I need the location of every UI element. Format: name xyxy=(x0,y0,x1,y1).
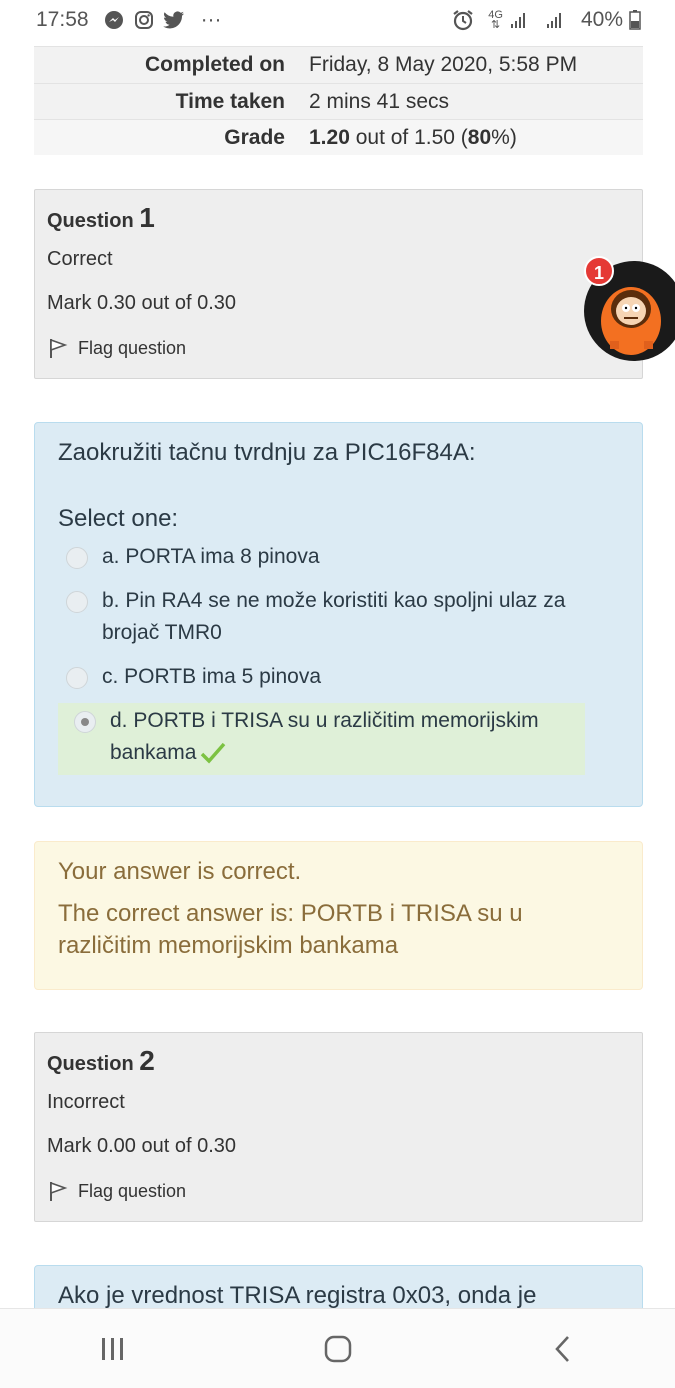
summary-value: 2 mins 41 secs xyxy=(309,89,450,113)
notification-badge: 1 xyxy=(584,256,614,286)
summary-value: Friday, 8 May 2020, 5:58 PM xyxy=(309,53,578,76)
battery-percent: 40% xyxy=(580,8,623,31)
back-icon xyxy=(554,1335,569,1362)
signal-icon xyxy=(509,9,531,31)
answer-option-c[interactable]: c. PORTB ima 5 pinova xyxy=(58,661,619,693)
flag-question-label: Flag question xyxy=(78,1180,187,1201)
status-right: 4G ⇅ 40% xyxy=(452,8,649,32)
answer-text: a. PORTA ima 8 pinova xyxy=(102,545,320,568)
instagram-icon xyxy=(133,9,155,31)
home-icon xyxy=(324,1335,351,1362)
question-1-content: Zaokružiti tačnu tvrdnju za PIC16F84A: S… xyxy=(34,422,643,807)
answer-option-d-selected[interactable]: d. PORTB i TRISA su u različitim memorij… xyxy=(58,703,585,775)
question-1-mark: Mark 0.30 out of 0.30 xyxy=(47,292,237,314)
question-2-state: Incorrect xyxy=(47,1091,125,1113)
question-1-prompt: Zaokružiti tačnu tvrdnju za PIC16F84A: xyxy=(58,439,476,466)
flag-icon xyxy=(47,1180,69,1202)
twitter-icon xyxy=(162,9,185,31)
answer-option-b[interactable]: b. Pin RA4 se ne može koristiti kao spol… xyxy=(58,585,619,649)
question-1-feedback: Your answer is correct. The correct answ… xyxy=(34,841,643,990)
recent-apps-button[interactable] xyxy=(83,1319,143,1379)
flag-question-label: Flag question xyxy=(78,337,187,358)
status-time: 17:58 xyxy=(36,8,89,31)
summary-label: Completed on xyxy=(145,53,285,76)
attempt-summary-table: Completed on Friday, 8 May 2020, 5:58 PM… xyxy=(34,40,643,155)
messenger-icon xyxy=(103,9,125,31)
answer-option-a[interactable]: a. PORTA ima 8 pinova xyxy=(58,541,619,573)
question-1-info: Question 1 Correct Mark 0.30 out of 0.30… xyxy=(34,189,643,379)
network-type: 4G ⇅ xyxy=(488,9,503,31)
question-1-title: Question 1 xyxy=(47,202,155,233)
flag-icon xyxy=(47,337,69,359)
summary-row-completed: Completed on Friday, 8 May 2020, 5:58 PM xyxy=(34,47,643,83)
more-notifications: ··· xyxy=(200,8,222,31)
status-bar: 17:58 ··· 4G ⇅ 40% xyxy=(0,0,675,40)
question-2-mark: Mark 0.00 out of 0.30 xyxy=(47,1135,237,1157)
alarm-icon xyxy=(452,9,474,31)
summary-row-grade: Grade 1.20 out of 1.50 (80%) xyxy=(34,119,643,155)
feedback-correct-message: Your answer is correct. xyxy=(58,858,302,885)
battery-icon xyxy=(629,9,641,31)
summary-row-time: Time taken 2 mins 41 secs xyxy=(34,83,643,119)
android-navigation-bar xyxy=(0,1308,675,1388)
radio-button-selected[interactable] xyxy=(74,711,96,733)
radio-button[interactable] xyxy=(66,591,88,613)
answer-text: b. Pin RA4 se ne može koristiti kao spol… xyxy=(102,589,566,644)
question-2-prompt: Ako je vrednost TRISA registra 0x03, ond… xyxy=(58,1282,537,1309)
grade-value: 1.20 out of 1.50 (80%) xyxy=(309,125,517,149)
back-button[interactable] xyxy=(533,1319,593,1379)
feedback-correct-answer: The correct answer is: PORTB i TRISA su … xyxy=(58,900,523,959)
flag-question-2-button[interactable]: Flag question xyxy=(47,1180,630,1202)
question-2-info: Question 2 Incorrect Mark 0.00 out of 0.… xyxy=(34,1032,643,1222)
question-1-state: Correct xyxy=(47,248,113,270)
answer-text: d. PORTB i TRISA su u različitim memorij… xyxy=(110,709,539,765)
answer-text: c. PORTB ima 5 pinova xyxy=(102,665,322,688)
signal-icon-2 xyxy=(545,9,567,31)
radio-button[interactable] xyxy=(66,667,88,689)
correct-check-icon xyxy=(200,742,226,765)
recent-apps-icon xyxy=(101,1337,123,1360)
summary-divider xyxy=(34,40,643,47)
summary-label: Grade xyxy=(224,125,285,149)
question-2-title: Question 2 xyxy=(47,1045,155,1076)
flag-question-1-button[interactable]: Flag question xyxy=(47,337,630,359)
home-button[interactable] xyxy=(308,1319,368,1379)
select-one-label: Select one: xyxy=(58,505,179,532)
radio-button[interactable] xyxy=(66,547,88,569)
summary-label: Time taken xyxy=(175,89,285,113)
